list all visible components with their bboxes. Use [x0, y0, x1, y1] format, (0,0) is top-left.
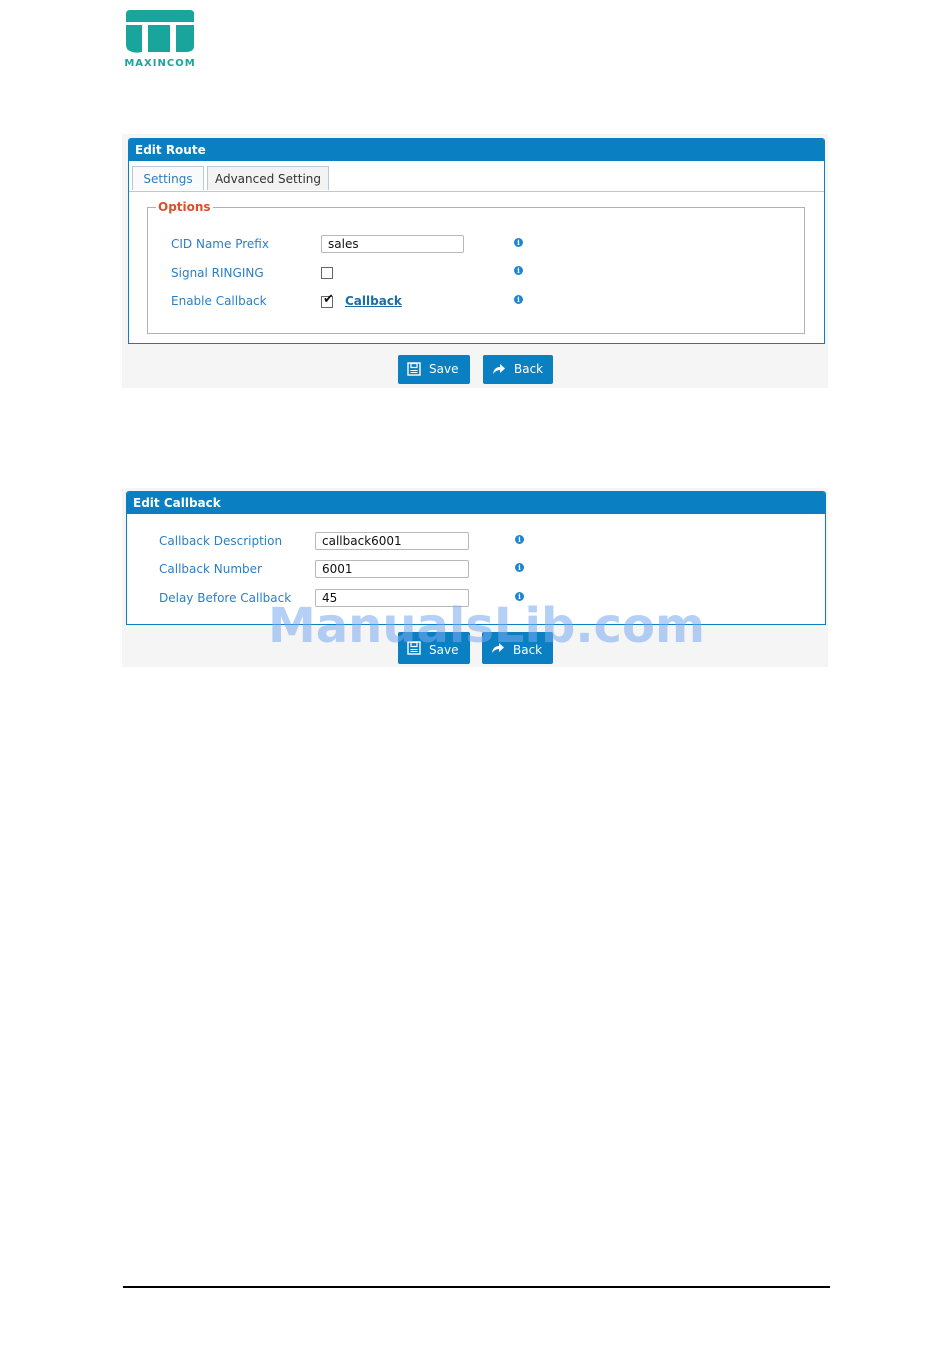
cid-name-prefix-input[interactable]: sales — [321, 235, 464, 253]
edit-route-screenshot: Edit Route Settings Advanced Setting Opt… — [122, 134, 828, 388]
logo-text: MAXINCOM — [124, 58, 196, 69]
signal-ringing-label: Signal RINGING — [171, 266, 264, 280]
signal-ringing-info-icon[interactable]: i — [514, 266, 523, 275]
edit-callback-title: Edit Callback — [127, 492, 825, 514]
tab-settings[interactable]: Settings — [132, 166, 204, 190]
cid-name-prefix-info-icon[interactable]: i — [514, 238, 523, 247]
cid-name-prefix-label: CID Name Prefix — [171, 237, 269, 251]
callback-number-label: Callback Number — [159, 562, 262, 576]
enable-callback-label: Enable Callback — [171, 294, 267, 308]
enable-callback-checkbox[interactable]: ✔ — [321, 292, 334, 308]
tab-advanced-setting[interactable]: Advanced Setting — [207, 166, 329, 190]
tab-divider — [129, 191, 824, 192]
checkmark-icon: ✔ — [323, 292, 334, 307]
save-button[interactable]: Save — [398, 355, 470, 384]
callback-description-input[interactable]: callback6001 — [315, 532, 469, 550]
enable-callback-info-icon[interactable]: i — [514, 295, 523, 304]
tab-advanced-setting-label: Advanced Setting — [214, 172, 322, 186]
callback-description-label: Callback Description — [159, 534, 283, 548]
back-button-label: Back — [514, 362, 544, 376]
watermark: ManualsLib.com — [268, 598, 705, 654]
callback-number-info-icon[interactable]: i — [515, 563, 524, 572]
maxincom-logo: MAXINCOM — [122, 8, 198, 72]
callback-description-info-icon[interactable]: i — [515, 535, 524, 544]
floppy-disk-icon — [407, 362, 421, 376]
signal-ringing-checkbox[interactable] — [321, 267, 333, 279]
back-button[interactable]: Back — [483, 355, 553, 384]
edit-route-title: Edit Route — [129, 139, 824, 161]
tab-settings-label: Settings — [143, 172, 193, 186]
forward-arrow-icon — [493, 364, 505, 374]
options-legend: Options — [158, 200, 211, 214]
maxincom-logo-icon — [126, 10, 194, 53]
save-button-label: Save — [429, 362, 459, 376]
edit-route-panel: Edit Route Settings Advanced Setting Opt… — [128, 138, 825, 344]
footer-rule — [123, 1286, 830, 1288]
callback-number-input[interactable]: 6001 — [315, 560, 469, 578]
callback-link[interactable]: Callback — [345, 294, 402, 308]
